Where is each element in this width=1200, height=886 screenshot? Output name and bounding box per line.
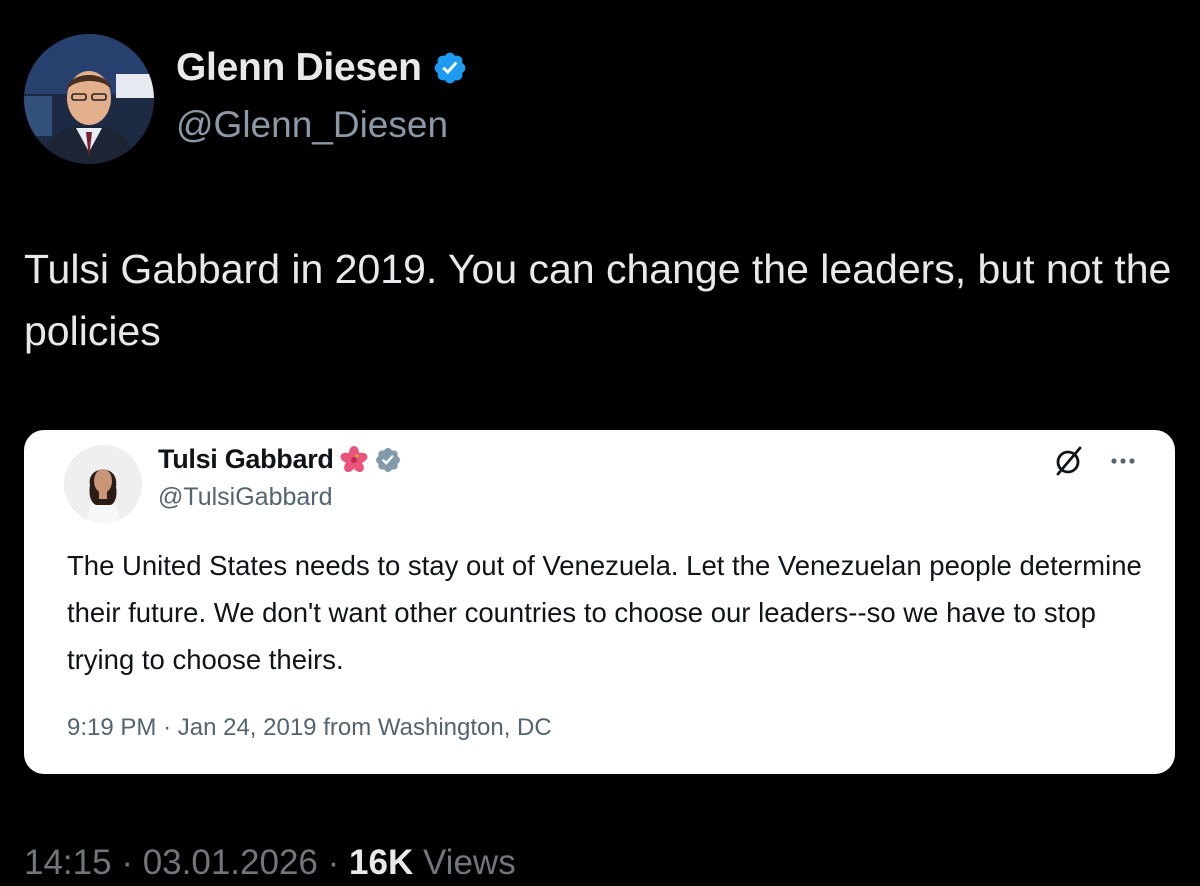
hibiscus-icon [340, 445, 368, 472]
meta-separator: · [327, 843, 340, 882]
views-count[interactable]: 16K [349, 843, 413, 882]
views-label: Views [422, 843, 516, 882]
quoted-tweet-card[interactable]: Tulsi Gabbard @TulsiGabbard The United S… [24, 430, 1175, 774]
person-avatar-icon [64, 445, 142, 523]
quoted-tweet-meta: 9:19 PM · Jan 24, 2019 from Washington, … [67, 714, 552, 742]
quoted-tweet-source: from Washington, DC [323, 714, 552, 741]
quoted-tweet-time[interactable]: 9:19 PM [67, 714, 156, 741]
more-options-icon[interactable] [1106, 446, 1140, 476]
author-name-row: Glenn Diesen [176, 46, 468, 90]
verified-badge-icon [434, 52, 466, 84]
author-handle[interactable]: @Glenn_Diesen [176, 104, 448, 146]
tweet-text: Tulsi Gabbard in 2019. You can change th… [24, 246, 1172, 354]
person-avatar-icon [24, 34, 154, 164]
tweet-date[interactable]: 03.01.2026 [143, 843, 318, 882]
meta-separator: · [121, 843, 133, 882]
quoted-tweet-date[interactable]: Jan 24, 2019 [178, 714, 317, 741]
meta-separator: · [163, 714, 172, 741]
author-name[interactable]: Glenn Diesen [176, 46, 422, 90]
quoted-name-row: Tulsi Gabbard [158, 444, 402, 475]
government-verified-badge-icon [375, 447, 400, 472]
quoted-author-avatar[interactable] [64, 445, 142, 523]
quoted-author-handle[interactable]: @TulsiGabbard [158, 483, 333, 512]
tweet-time[interactable]: 14:15 [24, 843, 112, 882]
quoted-tweet-text: The United States needs to stay out of V… [67, 550, 1142, 675]
grok-icon[interactable] [1052, 444, 1086, 478]
quoted-author-name[interactable]: Tulsi Gabbard [158, 444, 334, 475]
tweet-meta: 14:15 · 03.01.2026 · 16K Views [24, 843, 516, 883]
author-avatar[interactable] [24, 34, 154, 164]
